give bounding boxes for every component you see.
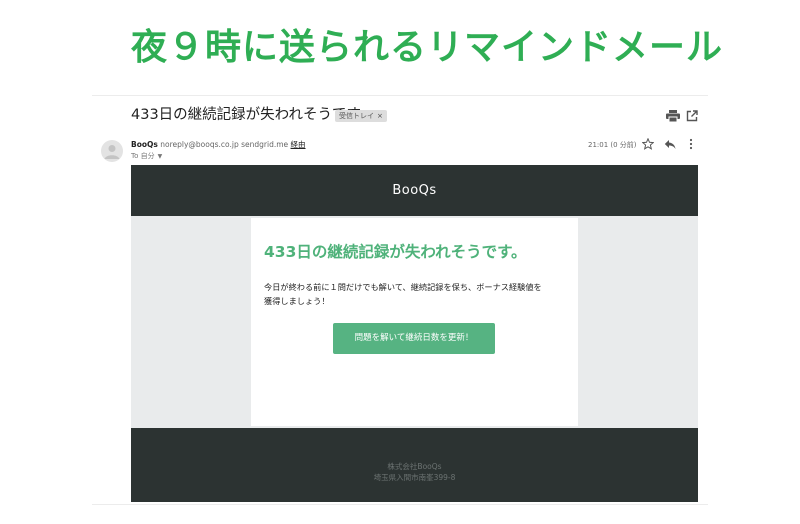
received-time: 21:01 (0 分前) — [588, 141, 637, 149]
open-in-new-window-icon[interactable] — [686, 110, 698, 122]
star-icon[interactable] — [642, 138, 654, 150]
message-text-line-1: 今日が終わる前に１問だけでも解いて、継続記録を保ち、ボーナス経験値を — [264, 282, 542, 292]
avatar-icon — [104, 145, 120, 159]
sender-avatar[interactable] — [101, 140, 123, 162]
inbox-label-chip[interactable]: 受信トレイ × — [335, 110, 387, 122]
footer-address: 埼玉県入間市南峯399-8 — [373, 473, 456, 482]
sender-name[interactable]: BooQs — [131, 140, 158, 149]
mail-divider-bottom — [92, 504, 708, 505]
mail-divider-top — [92, 95, 708, 96]
brand-logo-text[interactable]: BooQs — [131, 165, 698, 216]
remove-label-icon[interactable]: × — [377, 112, 383, 120]
sender-address: noreply@booqs.co.jp sendgrid.me — [160, 140, 289, 149]
message-card: 433日の継続記録が失われそうです。 今日が終わる前に１問だけでも解いて、継続記… — [251, 218, 578, 426]
email-footer-band: 株式会社BooQs 埼玉県入間市南峯399-8 — [131, 428, 698, 502]
recipient-text: To 自分 — [131, 152, 155, 160]
footer-company: 株式会社BooQs — [387, 462, 442, 471]
email-header-band: BooQs — [131, 165, 698, 216]
print-icon[interactable] — [666, 110, 680, 122]
reply-icon[interactable] — [664, 139, 676, 150]
sender-line: BooQs noreply@booqs.co.jp sendgrid.me 経由 — [131, 140, 306, 150]
more-vert-icon[interactable] — [688, 138, 694, 150]
update-streak-button[interactable]: 問題を解いて継続日数を更新！ — [333, 323, 495, 354]
message-title: 433日の継続記録が失われそうです。 — [264, 243, 527, 261]
inbox-label-text: 受信トレイ — [339, 112, 374, 120]
message-text: 今日が終わる前に１問だけでも解いて、継続記録を保ち、ボーナス経験値を 獲得しまし… — [264, 280, 564, 308]
email-content: BooQs 433日の継続記録が失われそうです。 今日が終わる前に１問だけでも解… — [131, 165, 698, 502]
chevron-down-icon[interactable]: ▼ — [158, 152, 163, 162]
page-headline: 夜９時に送られるリマインドメール — [131, 27, 724, 68]
message-text-line-2: 獲得しましょう！ — [264, 296, 330, 306]
sender-via-link[interactable]: 経由 — [291, 140, 306, 149]
recipient-line[interactable]: To 自分 ▼ — [131, 151, 162, 162]
